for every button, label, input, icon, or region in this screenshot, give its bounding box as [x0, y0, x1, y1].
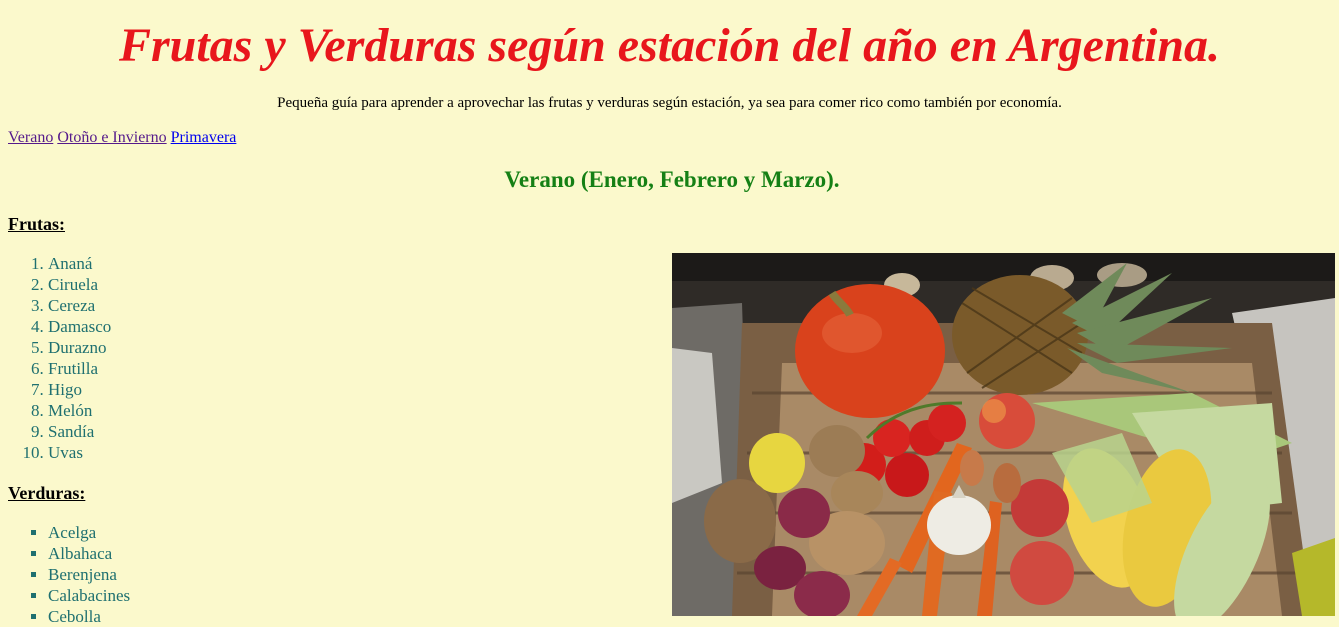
list-item: Calabacines — [48, 585, 130, 606]
list-item: Frutilla — [48, 358, 111, 379]
list-item: Uvas — [48, 442, 111, 463]
nav-link-verano[interactable]: Verano — [8, 129, 53, 146]
nav-link-primavera[interactable]: Primavera — [171, 129, 237, 146]
list-item: Cebolla — [48, 606, 130, 627]
list-item: Higo — [48, 379, 111, 400]
fruits-heading: Frutas: — [8, 214, 65, 234]
list-item: Ciruela — [48, 274, 111, 295]
list-item: Cereza — [48, 295, 111, 316]
vegetables-list: Acelga Albahaca Berenjena Calabacines Ce… — [0, 522, 130, 627]
list-item: Berenjena — [48, 564, 130, 585]
list-item: Durazno — [48, 337, 111, 358]
fruits-list: Ananá Ciruela Cereza Damasco Durazno Fru… — [0, 253, 111, 463]
list-item: Sandía — [48, 421, 111, 442]
list-item: Acelga — [48, 522, 130, 543]
produce-photo — [672, 253, 1335, 616]
list-item: Melón — [48, 400, 111, 421]
page-title: Frutas y Verduras según estación del año… — [118, 19, 1221, 72]
vegetables-heading: Verduras: — [8, 483, 86, 503]
list-item: Albahaca — [48, 543, 130, 564]
nav-link-otono-invierno[interactable]: Otoño e Invierno — [57, 129, 166, 146]
season-nav: Verano Otoño e Invierno Primavera — [8, 128, 236, 147]
page-subtitle: Pequeña guía para aprender a aprovechar … — [277, 95, 1062, 111]
list-item: Damasco — [48, 316, 111, 337]
season-heading: Verano (Enero, Febrero y Marzo). — [504, 167, 840, 192]
list-item: Ananá — [48, 253, 111, 274]
